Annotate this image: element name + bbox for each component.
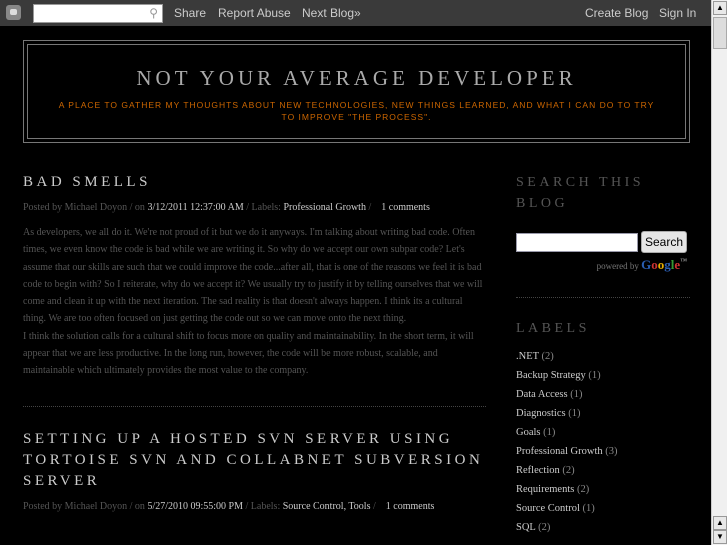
post-meta: Posted by Michael Doyon / on 5/27/2010 0…: [23, 500, 435, 512]
post-title[interactable]: BAD SMELLS: [23, 172, 486, 193]
main-column: BAD SMELLS Posted by Michael Doyon / on …: [23, 172, 486, 512]
next-blog-link[interactable]: Next Blog»: [302, 6, 361, 20]
label-count: (1): [570, 389, 583, 400]
search-button[interactable]: Search: [641, 231, 687, 253]
share-link[interactable]: Share: [174, 6, 206, 20]
label-item: Professional Growth (3): [516, 442, 690, 461]
create-blog-link[interactable]: Create Blog: [585, 6, 648, 20]
post-title[interactable]: SETTING UP A HOSTED SVN SERVER USING TOR…: [23, 429, 486, 492]
blogger-navbar: ⚲ Share Report Abuse Next Blog» Create B…: [0, 0, 711, 26]
blog-search-input[interactable]: [516, 233, 638, 252]
post-paragraph: I think the solution calls for a cultura…: [23, 330, 474, 377]
navbar-search-input[interactable]: ⚲: [33, 4, 163, 23]
label-link[interactable]: Reflection: [516, 465, 560, 476]
post-author: Posted by Michael Doyon / on: [23, 202, 148, 213]
post-date[interactable]: 3/12/2011 12:37:00 AM: [147, 202, 243, 213]
powered-by-text: powered by: [596, 261, 642, 271]
post-date[interactable]: 5/27/2010 09:55:00 PM: [147, 501, 243, 512]
trademark: ™: [680, 257, 687, 265]
label-item: Source Control (1): [516, 499, 690, 518]
label-item: Requirements (2): [516, 480, 690, 499]
label-item: Data Access (1): [516, 385, 690, 404]
separator: /: [370, 500, 386, 512]
blog-tagline: A PLACE TO GATHER MY THOUGHTS ABOUT NEW …: [58, 100, 655, 122]
search-widget-title: SEARCH THIS BLOG: [516, 175, 645, 211]
label-count: (1): [543, 427, 556, 438]
label-item: SQL (2): [516, 518, 690, 537]
label-item: .NET (2): [516, 347, 690, 366]
post-divider: [23, 405, 486, 407]
blog-title[interactable]: NOT YOUR AVERAGE DEVELOPER: [28, 66, 685, 91]
label-link[interactable]: Source Control: [516, 503, 580, 514]
label-count: (2): [562, 465, 575, 476]
separator: /: [365, 202, 382, 213]
label-count: (2): [541, 351, 554, 362]
post-body: As developers, we all do it. We're not p…: [23, 224, 486, 380]
label-link[interactable]: Professional Growth: [516, 446, 603, 457]
label-item: Goals (1): [516, 423, 690, 442]
labels-prefix: / Labels:: [243, 500, 283, 512]
scroll-down-button[interactable]: ▼: [713, 530, 727, 544]
label-link[interactable]: Backup Strategy: [516, 370, 586, 381]
label-count: (1): [568, 408, 581, 419]
label-count: (1): [588, 370, 601, 381]
sign-in-link[interactable]: Sign In: [659, 6, 696, 20]
comments-link[interactable]: 1 comments: [386, 501, 435, 512]
label-link[interactable]: SQL: [516, 522, 535, 533]
label-link[interactable]: Goals: [516, 427, 541, 438]
blog-search: Search: [516, 231, 690, 253]
post-label-link[interactable]: Professional Growth: [283, 202, 366, 213]
post-label-link[interactable]: Tools: [348, 501, 370, 512]
blogger-logo-icon[interactable]: [6, 5, 21, 20]
label-count: (3): [605, 446, 618, 457]
label-count: (2): [538, 522, 551, 533]
blog-header: NOT YOUR AVERAGE DEVELOPER A PLACE TO GA…: [23, 40, 690, 143]
labels-widget-title: LABELS: [516, 321, 590, 336]
label-link[interactable]: Requirements: [516, 484, 574, 495]
label-item: Reflection (2): [516, 461, 690, 480]
label-link[interactable]: Data Access: [516, 389, 568, 400]
google-logo: Google: [641, 257, 681, 272]
label-item: Diagnostics (1): [516, 404, 690, 423]
post-paragraph: As developers, we all do it. We're not p…: [23, 227, 483, 325]
scroll-up-button[interactable]: ▲: [713, 1, 727, 15]
labels-list: .NET (2) Backup Strategy (1) Data Access…: [516, 347, 690, 537]
label-count: (2): [576, 484, 590, 495]
search-icon[interactable]: ⚲: [149, 6, 158, 20]
scroll-up-button-lower[interactable]: ▲: [713, 516, 727, 530]
report-abuse-link[interactable]: Report Abuse: [218, 6, 291, 20]
label-item: Backup Strategy (1): [516, 366, 690, 385]
post-author: Posted by Michael Doyon / on: [23, 500, 148, 512]
sidebar: SEARCH THIS BLOG Search powered by Googl…: [516, 172, 690, 537]
label-link[interactable]: .NET: [516, 351, 539, 362]
label-count: (1): [582, 503, 595, 514]
scroll-thumb[interactable]: [713, 17, 727, 49]
post-label-link[interactable]: Source Control: [283, 501, 344, 512]
sidebar-divider: [516, 297, 690, 298]
powered-by: powered by Google™: [516, 257, 687, 273]
labels-prefix: / Labels:: [243, 202, 284, 213]
scrollbar[interactable]: ▲ ▲ ▼: [711, 0, 727, 545]
comments-link[interactable]: 1 comments: [381, 202, 430, 213]
post-meta: Posted by Michael Doyon / on 3/12/2011 1…: [23, 202, 486, 213]
label-link[interactable]: Diagnostics: [516, 408, 566, 419]
